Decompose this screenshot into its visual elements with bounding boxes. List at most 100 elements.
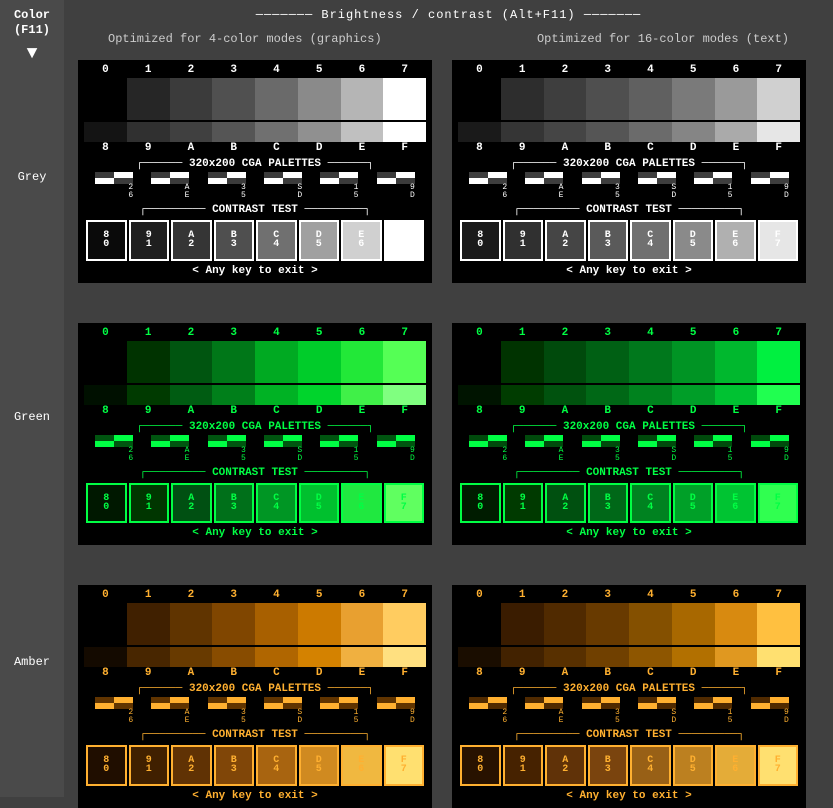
tick-label: 6 xyxy=(341,64,384,76)
tick-label: D xyxy=(672,667,715,679)
contrast-box: B3 xyxy=(214,745,255,786)
tick-label: 8 xyxy=(458,142,501,154)
contrast-box: E6 xyxy=(715,220,756,261)
cga-palette-swatch: 26 xyxy=(469,435,507,463)
tick-label: C xyxy=(255,405,298,417)
contrast-box: B3 xyxy=(588,220,629,261)
contrast-box: 91 xyxy=(129,745,170,786)
contrast-box: C4 xyxy=(256,745,297,786)
cga-palette-swatch: 15 xyxy=(694,697,732,725)
gradient-ramp xyxy=(458,647,800,667)
contrast-box: A2 xyxy=(171,483,212,524)
contrast-box: E6 xyxy=(341,745,382,786)
tick-label: 1 xyxy=(501,589,544,601)
tick-label: B xyxy=(212,405,255,417)
monitor-test-panel[interactable]: 0123456789ABCDEF┌────── 320x200 CGA PALE… xyxy=(78,60,432,283)
tick-label: B xyxy=(212,667,255,679)
tick-label: 8 xyxy=(84,667,127,679)
tick-label: 6 xyxy=(341,327,384,339)
tick-label: 4 xyxy=(629,64,672,76)
cga-palette-swatch: 35 xyxy=(582,435,620,463)
contrast-heading: ┌───────── CONTRAST TEST ─────────┐ xyxy=(84,729,426,741)
contrast-box: A2 xyxy=(545,745,586,786)
row-label: Green xyxy=(0,410,64,424)
tick-label: A xyxy=(544,667,587,679)
contrast-box: F7 xyxy=(758,745,799,786)
gradient-ramp xyxy=(84,78,426,120)
contrast-box: B3 xyxy=(588,483,629,524)
tick-label: 4 xyxy=(629,327,672,339)
tick-label: 0 xyxy=(458,64,501,76)
monitor-row: 0123456789ABCDEF┌────── 320x200 CGA PALE… xyxy=(78,585,819,808)
exit-hint: < Any key to exit > xyxy=(458,790,800,802)
tick-label: 3 xyxy=(212,589,255,601)
monitor-test-panel[interactable]: 0123456789ABCDEF┌────── 320x200 CGA PALE… xyxy=(78,323,432,546)
cga-palette-swatch: 26 xyxy=(95,435,133,463)
tick-label: 2 xyxy=(544,64,587,76)
cga-palette-swatch: SD xyxy=(264,697,302,725)
contrast-box: A2 xyxy=(545,220,586,261)
exit-hint: < Any key to exit > xyxy=(458,527,800,539)
tick-label: 9 xyxy=(127,667,170,679)
contrast-box: 91 xyxy=(503,220,544,261)
contrast-box: A2 xyxy=(171,220,212,261)
cga-palette-swatch: AE xyxy=(525,435,563,463)
sub-left: Optimized for 4-color modes (graphics) xyxy=(108,32,382,46)
tick-label: 1 xyxy=(127,64,170,76)
palettes-heading: ┌────── 320x200 CGA PALETTES ──────┐ xyxy=(84,421,426,433)
row-label: Amber xyxy=(0,655,64,669)
cga-palette-swatch: SD xyxy=(264,172,302,200)
monitor-test-panel[interactable]: 0123456789ABCDEF┌────── 320x200 CGA PALE… xyxy=(452,323,806,546)
tick-label: 5 xyxy=(298,589,341,601)
monitor-test-panel[interactable]: 0123456789ABCDEF┌────── 320x200 CGA PALE… xyxy=(452,60,806,283)
contrast-box: E6 xyxy=(715,745,756,786)
contrast-box: D5 xyxy=(673,220,714,261)
gradient-ramp xyxy=(458,78,800,120)
tick-label: C xyxy=(629,142,672,154)
contrast-heading: ┌───────── CONTRAST TEST ─────────┐ xyxy=(84,204,426,216)
tick-label: 1 xyxy=(501,64,544,76)
header-title: ─────── Brightness / contrast (Alt+F11) … xyxy=(256,8,641,22)
exit-hint: < Any key to exit > xyxy=(84,265,426,277)
monitor-test-panel[interactable]: 0123456789ABCDEF┌────── 320x200 CGA PALE… xyxy=(452,585,806,808)
contrast-box: D5 xyxy=(673,483,714,524)
contrast-box: C4 xyxy=(256,483,297,524)
down-triangle-icon: ▼ xyxy=(27,44,38,64)
contrast-box: F7 xyxy=(384,220,425,261)
cga-palette-swatch: SD xyxy=(638,435,676,463)
tick-label: 8 xyxy=(458,405,501,417)
tick-label: F xyxy=(383,667,426,679)
palettes-heading: ┌────── 320x200 CGA PALETTES ──────┐ xyxy=(458,421,800,433)
tick-label: A xyxy=(170,667,213,679)
gradient-ramp xyxy=(84,122,426,142)
contrast-box: A2 xyxy=(545,483,586,524)
tick-label: 2 xyxy=(544,327,587,339)
tick-label: E xyxy=(341,142,384,154)
tick-label: A xyxy=(170,142,213,154)
contrast-box: 80 xyxy=(460,220,501,261)
contrast-test-row: 8091A2B3C4D5E6F7 xyxy=(86,220,424,261)
tick-label: 4 xyxy=(255,64,298,76)
cga-palette-swatch: 15 xyxy=(320,435,358,463)
monitor-test-panel[interactable]: 0123456789ABCDEF┌────── 320x200 CGA PALE… xyxy=(78,585,432,808)
tick-label: A xyxy=(544,405,587,417)
contrast-box: A2 xyxy=(171,745,212,786)
gradient-ramp xyxy=(458,385,800,405)
tick-label: 0 xyxy=(458,327,501,339)
tick-label: A xyxy=(544,142,587,154)
tick-label: F xyxy=(757,405,800,417)
tick-label: 6 xyxy=(715,589,758,601)
contrast-box: F7 xyxy=(384,745,425,786)
cga-palette-swatch: 15 xyxy=(320,697,358,725)
tick-label: 0 xyxy=(84,589,127,601)
cga-palette-swatch: 9D xyxy=(751,697,789,725)
tick-label: 3 xyxy=(586,64,629,76)
cga-palette-swatch: 35 xyxy=(582,697,620,725)
cga-palette-swatch: 15 xyxy=(694,172,732,200)
contrast-box: 91 xyxy=(129,220,170,261)
tick-label: 0 xyxy=(84,64,127,76)
tick-label: D xyxy=(672,405,715,417)
tick-label: 5 xyxy=(298,64,341,76)
contrast-box: B3 xyxy=(588,745,629,786)
tick-label: F xyxy=(757,142,800,154)
